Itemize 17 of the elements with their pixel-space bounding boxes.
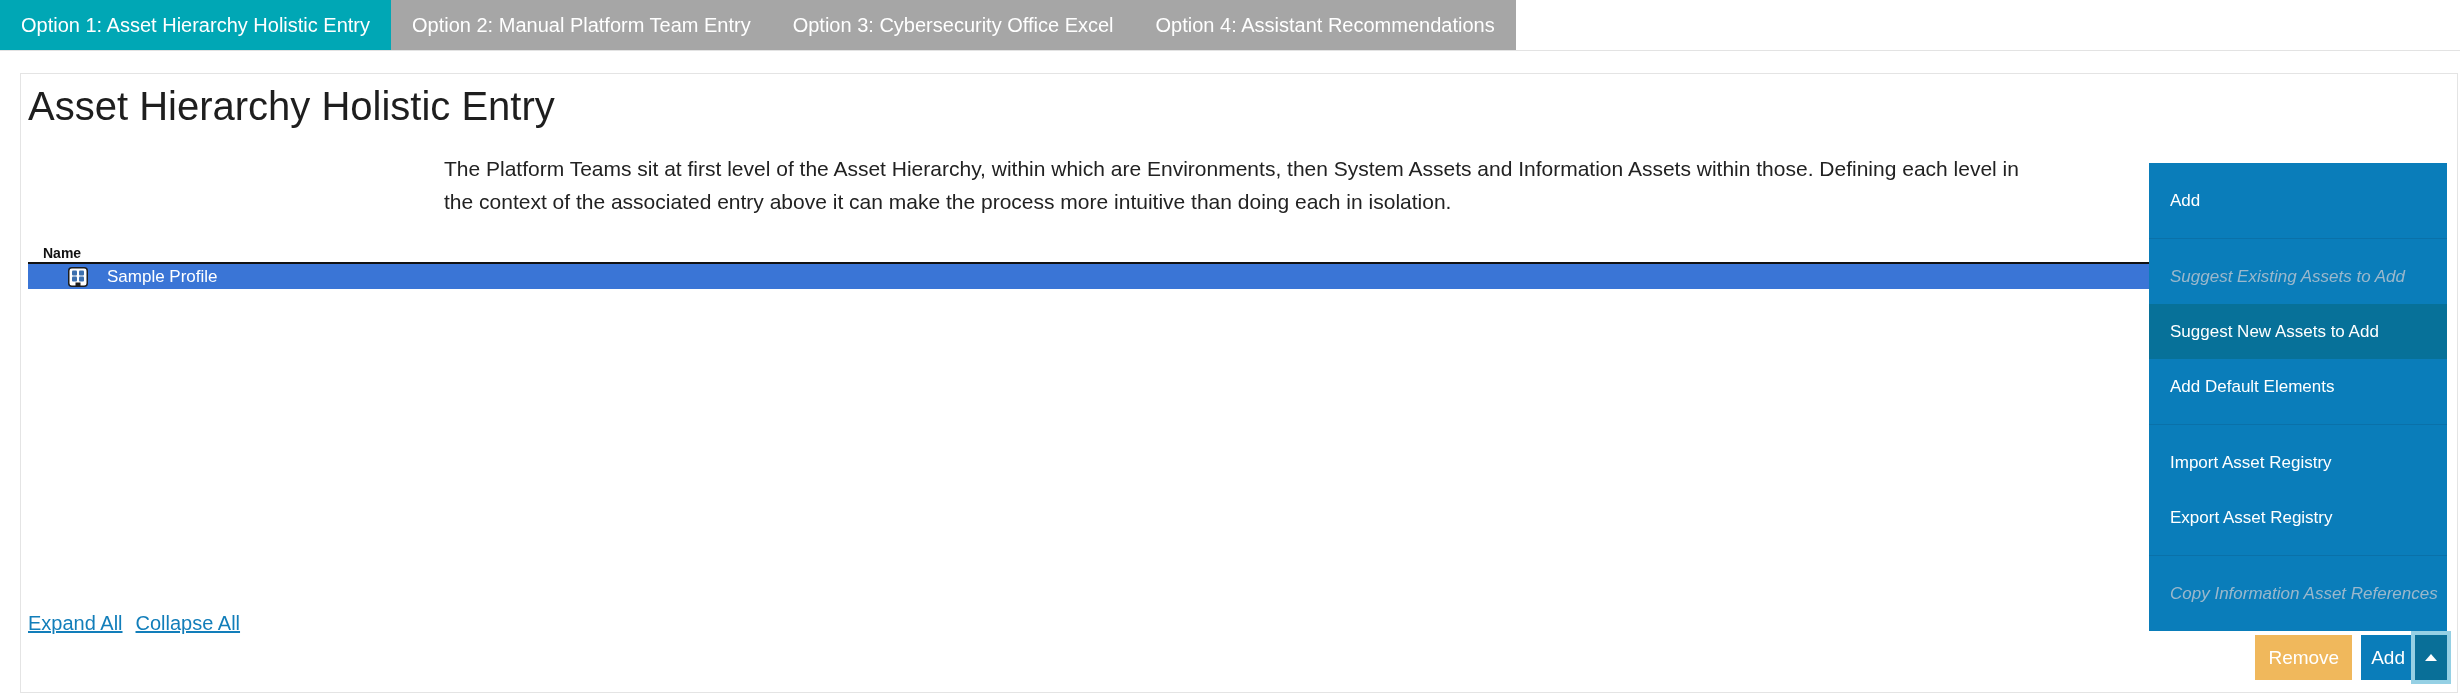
menu-item[interactable]: Import Asset Registry (2149, 435, 2447, 490)
page-title: Asset Hierarchy Holistic Entry (28, 83, 555, 130)
menu-item[interactable]: Suggest New Assets to Add (2149, 304, 2447, 359)
tab[interactable]: Option 2: Manual Platform Team Entry (391, 0, 772, 50)
tab[interactable]: Option 1: Asset Hierarchy Holistic Entry (0, 0, 391, 50)
tile-grid-icon (68, 266, 88, 287)
tree-row[interactable]: Sample Profile (28, 264, 2149, 289)
menu-item[interactable]: Add (2149, 173, 2447, 228)
description-text: The Platform Teams sit at first level of the Asset Hierarchy, within which are Environments, then System Assets and Information Assets within those. Defining each level in the context of the associated entry above it can make the process more intuitive than doing each in isolation. (444, 156, 2019, 215)
tree-link[interactable]: Expand All (28, 611, 123, 635)
tab[interactable]: Option 4: Assistant Recommendations (1134, 0, 1516, 50)
column-header: Name (43, 244, 82, 262)
caret-icon (2425, 654, 2437, 661)
menu-item[interactable]: Export Asset Registry (2149, 490, 2447, 545)
tree-link[interactable]: Collapse All (135, 611, 241, 635)
menu-item[interactable]: Add Default Elements (2149, 359, 2447, 414)
tab[interactable]: Option 3: Cybersecurity Office Excel (771, 0, 1135, 50)
